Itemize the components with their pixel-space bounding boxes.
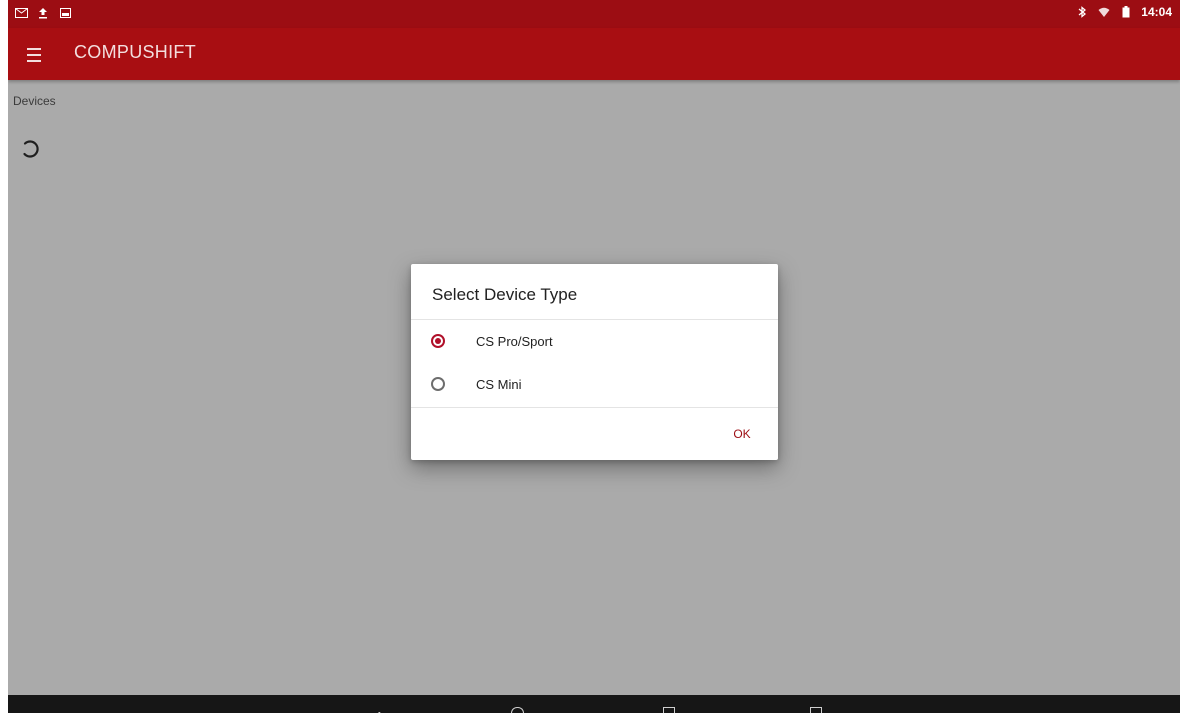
radio-checked-icon[interactable]	[431, 334, 445, 348]
recents-icon[interactable]	[663, 707, 675, 713]
battery-icon	[1119, 5, 1133, 19]
wifi-icon	[1097, 5, 1111, 19]
dialog-top-divider	[411, 319, 778, 320]
back-icon[interactable]	[370, 707, 382, 713]
device-screen: 14:04 COMPUSHIFT Devices Select Device T…	[8, 0, 1180, 713]
radio-unchecked-icon[interactable]	[431, 377, 445, 391]
option-label: CS Mini	[476, 376, 522, 392]
ok-button[interactable]: OK	[722, 420, 762, 448]
status-bar-notifications	[14, 6, 72, 20]
status-bar: 14:04	[8, 0, 1180, 28]
app-toolbar: COMPUSHIFT	[8, 28, 1180, 80]
option-cs-mini[interactable]: CS Mini	[431, 364, 751, 404]
page-title: Devices	[13, 94, 56, 108]
spinner-icon	[23, 140, 39, 158]
mail-icon	[14, 6, 28, 20]
upload-icon	[36, 6, 50, 20]
home-icon[interactable]	[511, 707, 524, 713]
dialog-title: Select Device Type	[432, 285, 578, 304]
hamburger-menu-icon[interactable]	[22, 42, 46, 66]
option-cs-pro-sport[interactable]: CS Pro/Sport	[431, 321, 751, 361]
screenshot-icon[interactable]	[810, 707, 822, 713]
app-title: COMPUSHIFT	[74, 42, 196, 62]
bluetooth-icon	[1075, 5, 1089, 19]
status-bar-system: 14:04	[1075, 5, 1172, 19]
status-time: 14:04	[1141, 5, 1172, 19]
image-icon	[58, 6, 72, 20]
select-device-type-dialog: Select Device Type CS Pro/Sport CS Mini …	[411, 264, 778, 460]
option-label: CS Pro/Sport	[476, 333, 553, 349]
dialog-bottom-divider	[411, 407, 778, 408]
system-nav-bar	[8, 695, 1180, 713]
